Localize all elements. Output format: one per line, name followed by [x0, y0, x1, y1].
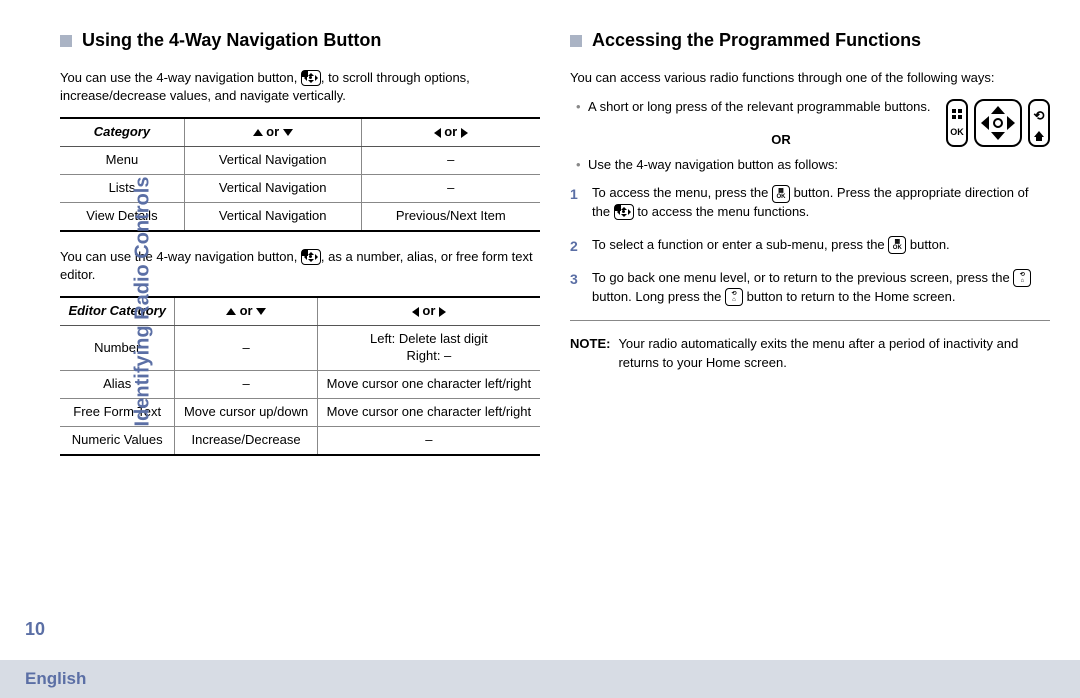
- left-title: Using the 4-Way Navigation Button: [60, 30, 540, 51]
- step-item: To access the menu, press the ▦OK button…: [570, 184, 1050, 222]
- nav-4way-large-icon: [974, 99, 1022, 147]
- step-item: To select a function or enter a sub-menu…: [570, 236, 1050, 255]
- back-home-button-icon: ⟲⌂: [1013, 269, 1031, 287]
- t1-h1: Category: [60, 118, 184, 146]
- back-home-button-icon: ⟲⌂: [725, 288, 743, 306]
- t2-h2: or: [175, 297, 317, 325]
- left-intro: You can use the 4-way navigation button,…: [60, 69, 540, 105]
- left-title-text: Using the 4-Way Navigation Button: [82, 30, 381, 51]
- right-column: Accessing the Programmed Functions You c…: [570, 30, 1050, 472]
- arrow-down-icon: [283, 129, 293, 136]
- back-arrow-icon: ⟲: [1034, 109, 1045, 122]
- arrow-up-icon: [226, 308, 236, 315]
- note-label: NOTE:: [570, 335, 610, 371]
- right-intro: You can access various radio functions t…: [570, 69, 1050, 87]
- menu-ok-button-icon: ▦OK: [888, 236, 906, 254]
- arrow-left-icon: [412, 307, 419, 317]
- t1-h3: or: [361, 118, 540, 146]
- arrow-left-icon: [434, 128, 441, 138]
- arrow-right-icon: [461, 128, 468, 138]
- right-title-text: Accessing the Programmed Functions: [592, 30, 921, 51]
- title-bullet-icon: [60, 35, 72, 47]
- page-number: 10: [25, 619, 45, 640]
- title-bullet-icon: [570, 35, 582, 47]
- divider: [570, 320, 1050, 321]
- footer-bar: English: [0, 660, 1080, 698]
- step-item: To go back one menu level, or to return …: [570, 269, 1050, 307]
- menu-grid-icon: [952, 109, 962, 119]
- button-illustration: OK ⟲: [946, 99, 1050, 147]
- t2-h3: or: [317, 297, 540, 325]
- arrow-down-icon: [256, 308, 266, 315]
- footer-language: English: [25, 669, 86, 689]
- bullet-item: Use the 4-way navigation button as follo…: [576, 157, 1050, 172]
- table-row: MenuVertical Navigation–: [60, 147, 540, 175]
- nav-4way-icon: [301, 70, 321, 86]
- right-title: Accessing the Programmed Functions: [570, 30, 1050, 51]
- menu-ok-button-icon: ▦OK: [772, 185, 790, 203]
- note-block: NOTE: Your radio automatically exits the…: [570, 335, 1050, 371]
- table-row: Numeric ValuesIncrease/Decrease–: [60, 426, 540, 454]
- side-section-label: Identifying Radio Controls: [132, 177, 155, 427]
- nav-4way-icon: [614, 204, 634, 220]
- home-icon: [1034, 131, 1044, 137]
- menu-ok-button-icon: OK: [946, 99, 968, 147]
- nav-4way-icon: [301, 249, 321, 265]
- bullet-item: OK ⟲ A short or long press of the releva…: [576, 99, 1050, 147]
- arrow-right-icon: [439, 307, 446, 317]
- t1-h2: or: [184, 118, 361, 146]
- steps-list: To access the menu, press the ▦OK button…: [570, 184, 1050, 306]
- t2-h1: Editor Category: [60, 297, 175, 325]
- back-home-button-icon: ⟲: [1028, 99, 1050, 147]
- arrow-up-icon: [253, 129, 263, 136]
- note-text: Your radio automatically exits the menu …: [618, 335, 1050, 371]
